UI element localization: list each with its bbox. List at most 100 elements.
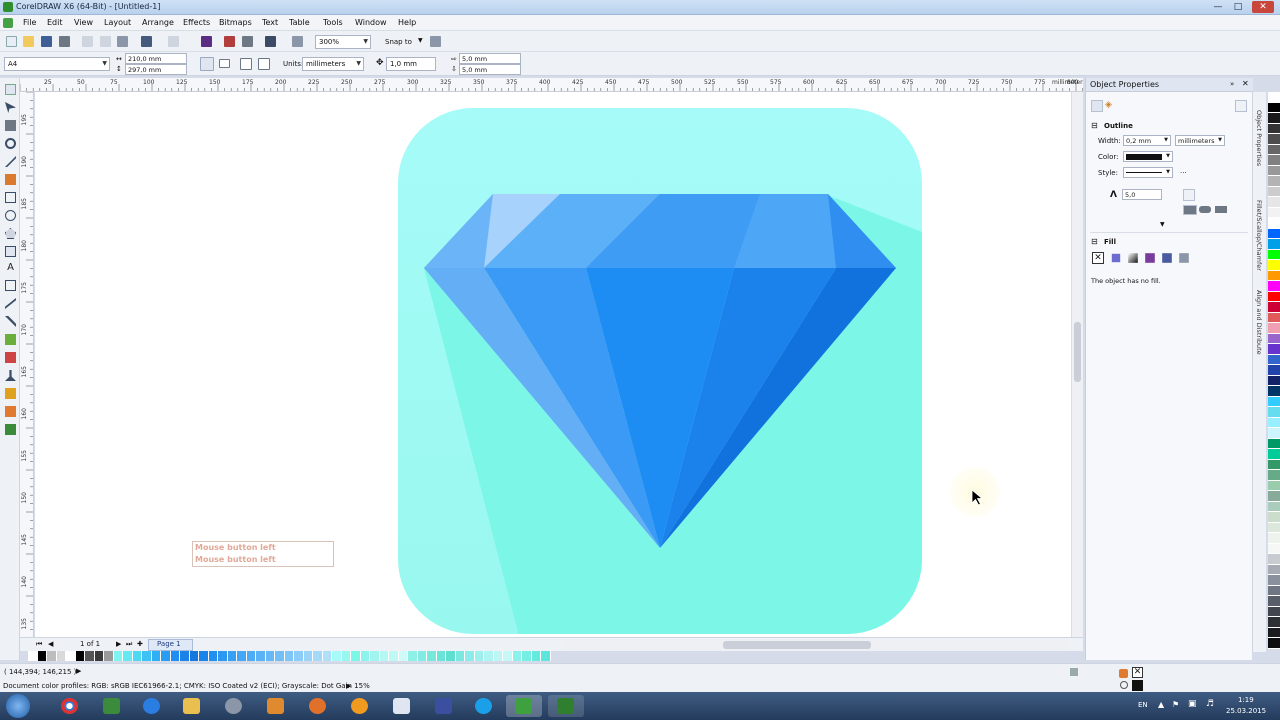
taskbar-chrome[interactable] [52, 695, 88, 717]
palette-swatch[interactable] [1268, 428, 1280, 439]
palette-swatch[interactable] [1268, 533, 1280, 544]
postscript-fill-icon[interactable] [1179, 253, 1189, 263]
transparency-tool-icon[interactable] [5, 352, 16, 363]
palette-swatch[interactable] [398, 651, 408, 661]
palette-swatch[interactable] [351, 651, 361, 661]
menu-view[interactable]: View [74, 18, 93, 27]
paste-icon[interactable] [117, 36, 128, 47]
outline-style-picker[interactable]: ▼ [1123, 167, 1173, 178]
tab-fillet-scallop-chamfer[interactable]: Fillet/Scallop/Chamfer [1255, 200, 1263, 271]
uniform-fill-icon[interactable] [1111, 253, 1121, 263]
palette-swatch[interactable] [1268, 333, 1280, 344]
palette-swatch[interactable] [227, 651, 237, 661]
page-tab-1[interactable]: Page 1 [148, 639, 193, 651]
palette-swatch[interactable] [1268, 396, 1280, 407]
palette-swatch[interactable] [417, 651, 427, 661]
palette-swatch[interactable] [1268, 323, 1280, 334]
palette-swatch[interactable] [455, 651, 465, 661]
palette-swatch[interactable] [522, 651, 532, 661]
corner-miter-icon[interactable] [1183, 189, 1195, 201]
taskbar-coreldraw[interactable] [506, 695, 542, 717]
palette-swatch[interactable] [37, 651, 47, 661]
outline-color-swatch[interactable] [1132, 680, 1143, 691]
palette-swatch[interactable] [1268, 627, 1280, 638]
palette-swatch[interactable] [180, 651, 190, 661]
corner-round-icon[interactable] [1199, 189, 1211, 201]
taskbar-app[interactable] [342, 695, 378, 717]
palette-swatch[interactable] [208, 651, 218, 661]
input-language[interactable]: EN [1138, 701, 1148, 709]
palette-swatch[interactable] [389, 651, 399, 661]
palette-swatch[interactable] [1268, 354, 1280, 365]
palette-swatch[interactable] [1268, 155, 1280, 166]
taskbar-app[interactable] [216, 695, 252, 717]
nudge-distance-field[interactable]: 1,0 mm [386, 57, 436, 71]
palette-swatch[interactable] [1268, 470, 1280, 481]
palette-swatch[interactable] [541, 651, 551, 661]
palette-swatch[interactable] [1268, 386, 1280, 397]
color-profiles-text[interactable]: Document color profiles: RGB: sRGB IEC61… [3, 682, 370, 690]
tray-volume-icon[interactable]: ♬ [1206, 699, 1214, 709]
tab-align-and-distribute[interactable]: Align and Distribute [1255, 290, 1263, 355]
tray-date[interactable]: 25.03.2015 [1226, 707, 1266, 715]
connector-tool-icon[interactable] [5, 316, 16, 327]
miter-limit-field[interactable]: 5,0 [1122, 189, 1162, 200]
palette-swatch[interactable] [1268, 554, 1280, 565]
units-combo[interactable]: millimeters ▼ [302, 57, 364, 71]
palette-swatch[interactable] [28, 651, 38, 661]
save-icon[interactable] [41, 36, 52, 47]
palette-swatch[interactable] [161, 651, 171, 661]
open-icon[interactable] [23, 36, 34, 47]
outline-tab-icon[interactable] [1091, 100, 1103, 112]
palette-swatch[interactable] [1268, 344, 1280, 355]
maximize-button[interactable]: □ [1230, 1, 1246, 13]
crop-tool-icon[interactable] [5, 120, 16, 131]
next-page-icon[interactable]: ▶ [116, 640, 121, 648]
cut-icon[interactable] [82, 36, 93, 47]
outline-units-field[interactable]: millimeters ▼ [1175, 135, 1225, 146]
palette-swatch[interactable] [1268, 312, 1280, 323]
palette-swatch[interactable] [94, 651, 104, 661]
fill-tool-icon[interactable] [5, 406, 16, 417]
menu-text[interactable]: Text [262, 18, 278, 27]
palette-swatch[interactable] [47, 651, 57, 661]
palette-swatch[interactable] [1268, 302, 1280, 313]
palette-swatch[interactable] [1268, 617, 1280, 628]
eyedropper-tool-icon[interactable] [5, 370, 16, 381]
outline-pen-icon[interactable] [5, 388, 16, 399]
no-fill-button[interactable]: ✕ [1092, 252, 1104, 264]
palette-swatch[interactable] [465, 651, 475, 661]
tray-monitor-icon[interactable]: ▣ [1188, 699, 1197, 709]
palette-swatch[interactable] [1268, 113, 1280, 124]
palette-swatch[interactable] [1268, 480, 1280, 491]
palette-swatch[interactable] [1268, 449, 1280, 460]
palette-swatch[interactable] [503, 651, 513, 661]
palette-swatch[interactable] [1268, 438, 1280, 449]
palette-swatch[interactable] [218, 651, 228, 661]
palette-swatch[interactable] [474, 651, 484, 661]
all-pages-icon[interactable] [240, 58, 252, 70]
palette-swatch[interactable] [56, 651, 66, 661]
dimension-tool-icon[interactable] [5, 298, 16, 309]
close-button[interactable]: ✕ [1252, 1, 1274, 13]
menu-table[interactable]: Table [289, 18, 310, 27]
palette-swatch[interactable] [531, 651, 541, 661]
color-palette[interactable] [1268, 92, 1280, 652]
smart-fill-icon[interactable] [5, 174, 16, 185]
menu-arrange[interactable]: Arrange [142, 18, 174, 27]
text-tool-icon[interactable]: A [5, 262, 16, 273]
palette-swatch[interactable] [512, 651, 522, 661]
palette-swatch[interactable] [294, 651, 304, 661]
corner-bevel-icon[interactable] [1215, 189, 1227, 201]
menu-window[interactable]: Window [355, 18, 387, 27]
palette-swatch[interactable] [1268, 407, 1280, 418]
palette-swatch[interactable] [1268, 197, 1280, 208]
palette-swatch[interactable] [1268, 260, 1280, 271]
undo-icon[interactable] [141, 36, 152, 47]
import-icon[interactable] [201, 36, 212, 47]
palette-swatch[interactable] [1268, 375, 1280, 386]
palette-swatch[interactable] [1268, 281, 1280, 292]
palette-swatch[interactable] [484, 651, 494, 661]
pick-tool-icon[interactable] [5, 84, 16, 95]
duplicate-x-field[interactable]: 5,0 mm [459, 53, 521, 64]
